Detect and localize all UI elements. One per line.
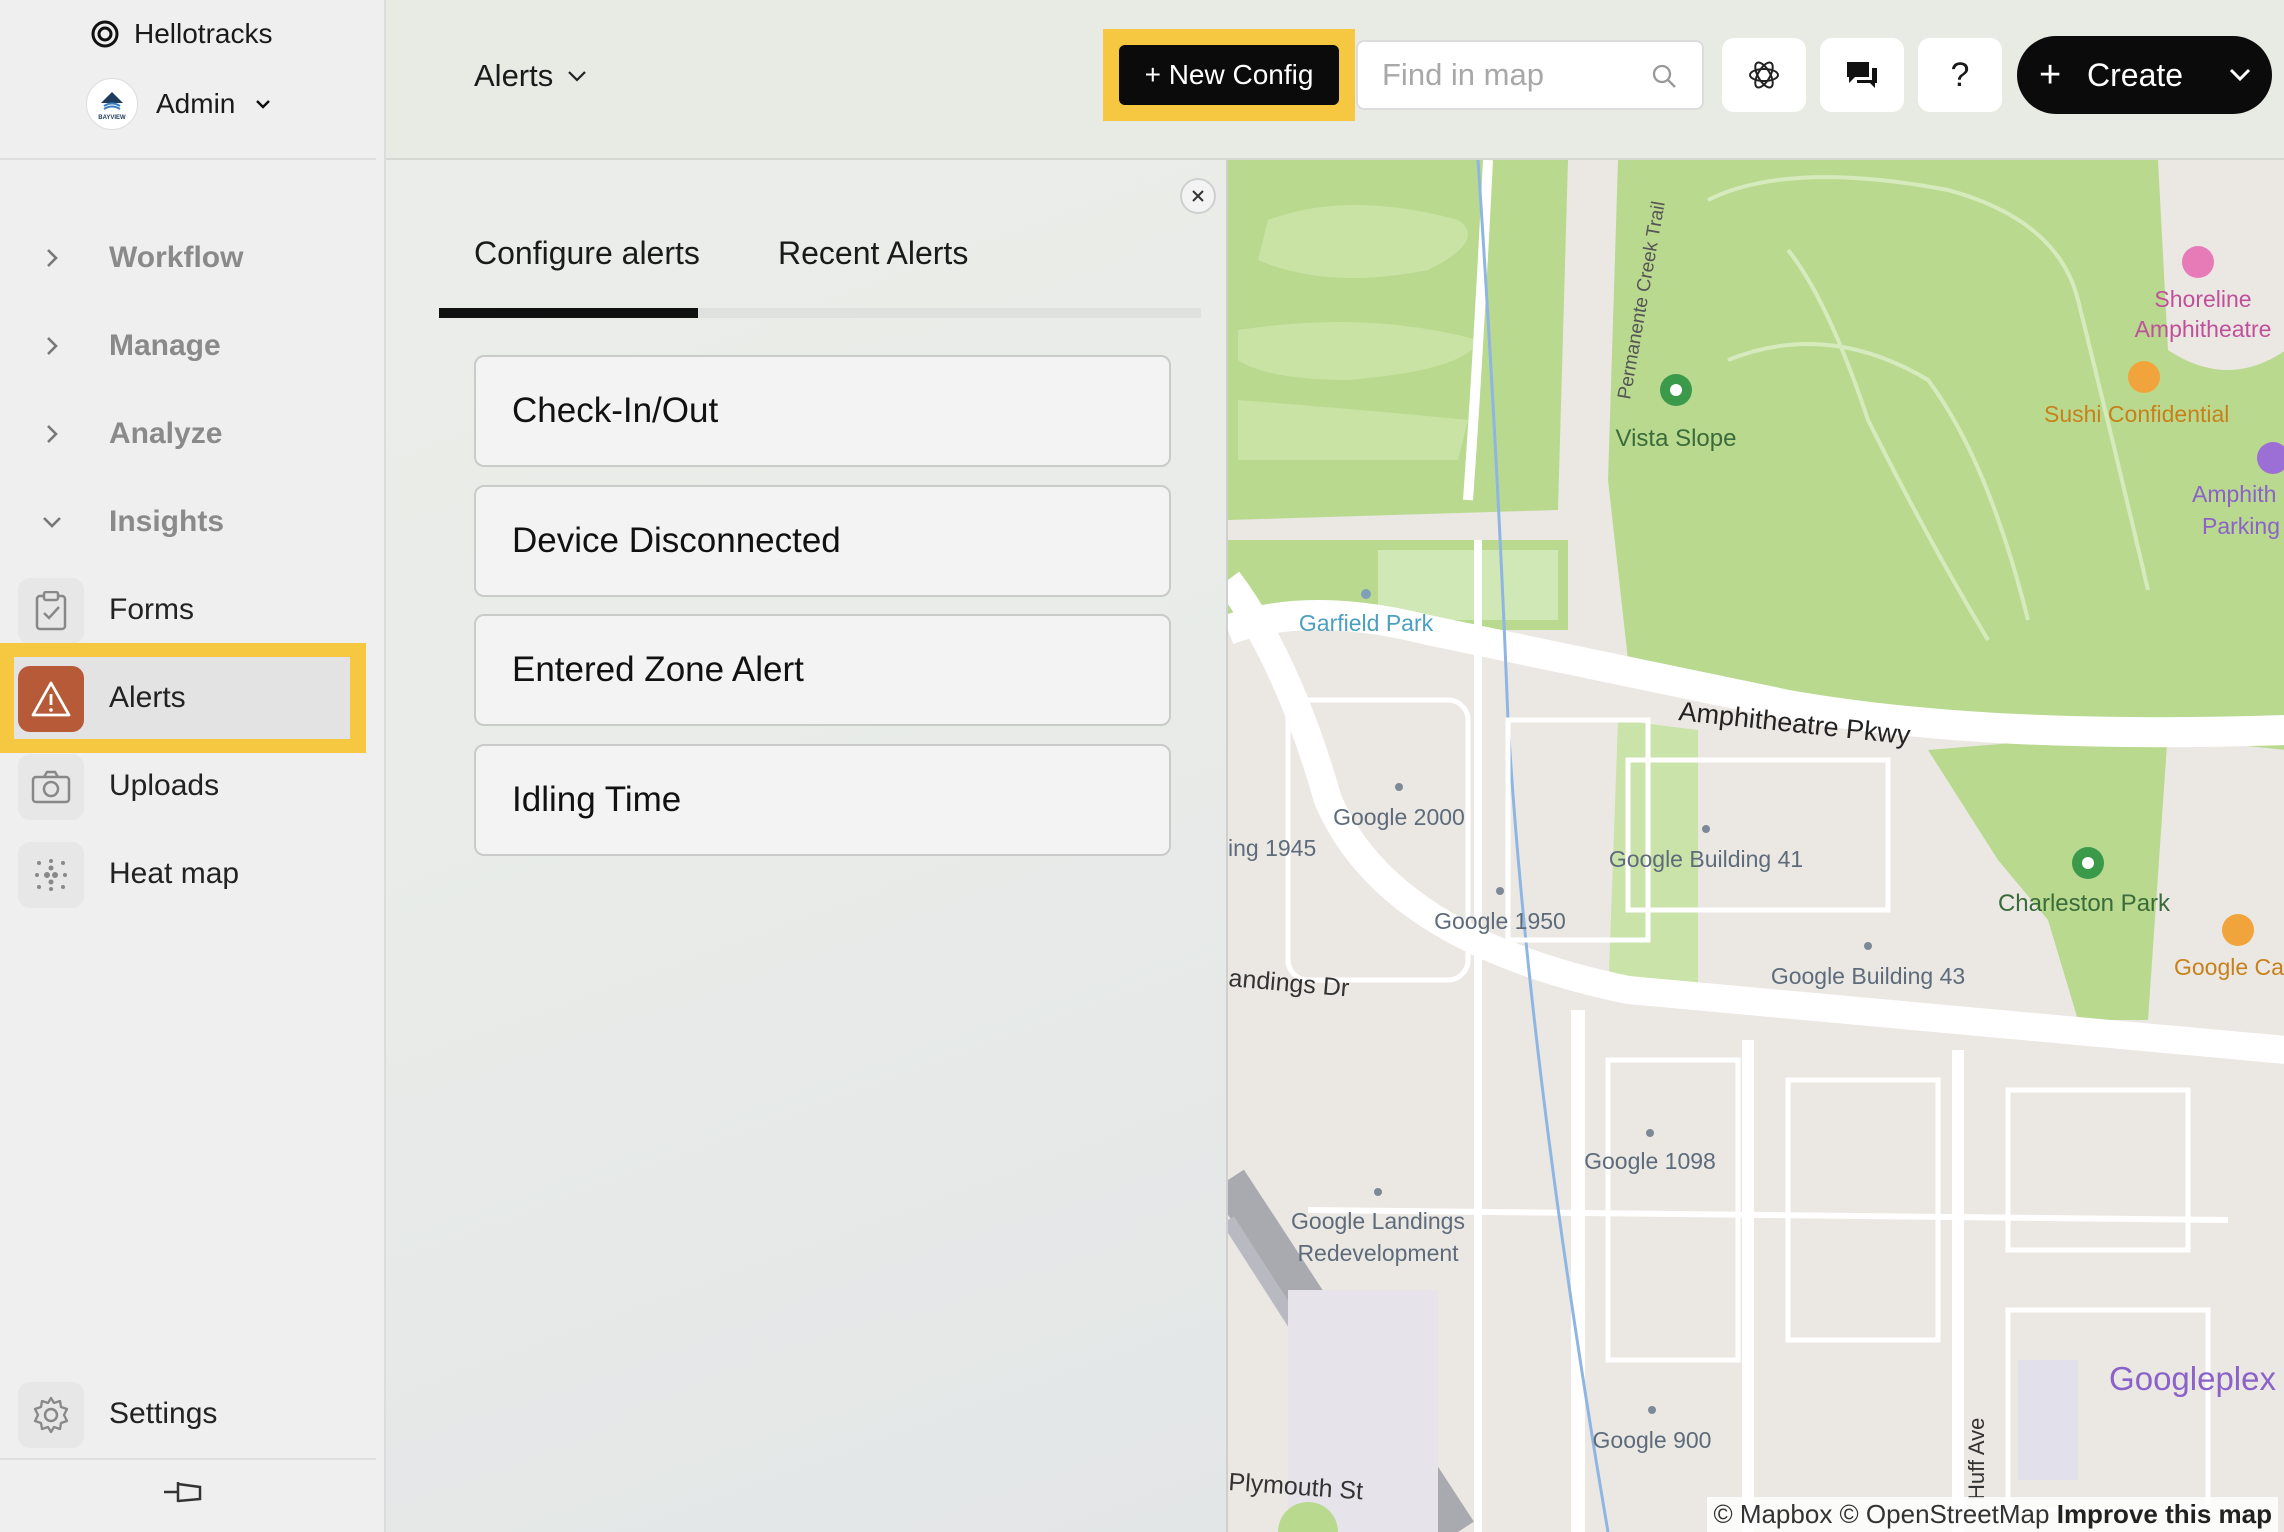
chevron-down-icon <box>256 100 271 109</box>
avatar: BAYVIEW <box>86 78 138 130</box>
improve-map-link[interactable]: Improve this map <box>2057 1499 2272 1529</box>
map-label-g2000: Google 2000 <box>1333 804 1465 830</box>
sidebar-item-label: Forms <box>109 593 194 626</box>
alert-config-entered-zone[interactable]: Entered Zone Alert <box>474 614 1171 726</box>
sidebar-item-heat-map[interactable]: Heat map <box>0 836 386 912</box>
map-label-amph-parking-1: Amphith <box>2192 481 2276 507</box>
nav-group-manage[interactable]: Manage <box>0 316 386 376</box>
tab-recent-alerts[interactable]: Recent Alerts <box>778 235 968 272</box>
map-label-landings-1: Google Landings <box>1291 1208 1465 1234</box>
map-canvas[interactable]: Permanente Creek Trail Shoreline Amphith… <box>1228 160 2284 1532</box>
ai-assistant-button[interactable] <box>1722 38 1806 112</box>
sidebar-item-uploads[interactable]: Uploads <box>0 748 386 824</box>
sidebar-item-forms[interactable]: Forms <box>0 572 386 648</box>
nav-group-workflow[interactable]: Workflow <box>0 228 386 288</box>
map-label-landings-2: Redevelopment <box>1297 1240 1459 1266</box>
new-config-label: + New Config <box>1144 59 1314 90</box>
map-label-sushi: Sushi Confidential <box>2044 401 2229 427</box>
map-label-g900: Google 900 <box>1593 1427 1712 1453</box>
map-search-input[interactable] <box>1382 57 1642 93</box>
map-label-landings-dr: andings Dr <box>1228 964 1350 1002</box>
chevron-down-icon <box>568 71 587 82</box>
sidebar-item-label: Settings <box>109 1397 218 1430</box>
brand-name: Hellotracks <box>134 18 273 49</box>
nav-group-label: Analyze <box>109 417 223 450</box>
map-label-vista: Vista Slope <box>1616 425 1737 452</box>
hellotracks-logo-icon <box>91 20 119 48</box>
map-label-amph-parking-2: Parking <box>2202 513 2280 539</box>
map[interactable]: Permanente Creek Trail Shoreline Amphith… <box>1226 160 2284 1532</box>
map-attribution: © Mapbox © OpenStreetMap Improve this ma… <box>1707 1497 2278 1532</box>
chevron-right-icon <box>47 337 58 355</box>
chevron-right-icon <box>47 425 58 443</box>
attribution-text: © Mapbox © OpenStreetMap <box>1713 1499 2050 1529</box>
camera-icon <box>18 754 84 820</box>
create-button[interactable]: + Create <box>2017 36 2272 114</box>
search-icon <box>1652 64 1676 88</box>
account-switcher[interactable]: BAYVIEW Admin <box>86 78 273 130</box>
map-label-shoreline: Shoreline <box>2154 286 2251 312</box>
sidebar-item-label: Alerts <box>109 681 186 714</box>
sidebar-item-label: Heat map <box>109 857 240 890</box>
sidebar-item-settings[interactable]: Settings <box>0 1376 386 1452</box>
map-label-huff: Huff Ave <box>1964 1418 1989 1500</box>
tab-configure-alerts[interactable]: Configure alerts <box>474 235 700 272</box>
gear-icon <box>18 1382 84 1448</box>
map-label-gcafe: Google Ca <box>2174 954 2284 980</box>
sidebar-item-alerts[interactable]: Alerts <box>0 660 386 736</box>
brand[interactable]: Hellotracks <box>90 18 272 50</box>
chevron-right-icon <box>47 249 58 267</box>
help-label: ? <box>1950 55 1970 94</box>
alert-config-check-in-out[interactable]: Check-In/Out <box>474 355 1171 467</box>
help-button[interactable]: ? <box>1918 38 2002 112</box>
map-label-g1098: Google 1098 <box>1584 1148 1716 1174</box>
map-label-charleston: Charleston Park <box>1998 890 2171 917</box>
map-label-amphitheatre: Amphitheatre <box>2135 316 2272 342</box>
chevron-down-icon <box>43 517 61 528</box>
dots-grid-icon <box>18 842 84 908</box>
nav-group-label: Manage <box>109 329 221 362</box>
map-label-bldg1945: ing 1945 <box>1228 835 1316 861</box>
nav-group-label: Workflow <box>109 241 244 274</box>
svg-text:BAYVIEW: BAYVIEW <box>98 115 126 121</box>
view-selector-label: Alerts <box>474 58 554 93</box>
close-panel-button[interactable] <box>1180 178 1216 214</box>
warning-icon <box>18 666 84 732</box>
chevron-down-icon <box>2229 68 2251 82</box>
close-icon <box>1192 190 1204 202</box>
plus-icon: + <box>2039 53 2062 96</box>
company-logo-icon: BAYVIEW <box>98 92 126 121</box>
map-label-googleplex: Googleplex <box>2109 1360 2276 1397</box>
alert-config-idling-time[interactable]: Idling Time <box>474 744 1171 856</box>
messages-button[interactable] <box>1820 38 1904 112</box>
create-label: Create <box>2087 56 2184 93</box>
nav-group-label: Insights <box>109 505 225 538</box>
pin-sidebar-icon[interactable] <box>162 1475 204 1509</box>
active-tab-indicator <box>439 308 698 318</box>
map-label-g1950: Google 1950 <box>1434 908 1566 934</box>
nav-group-analyze[interactable]: Analyze <box>0 404 386 464</box>
chat-icon <box>1847 62 1877 88</box>
divider <box>0 158 376 160</box>
map-label-garfield: Garfield Park <box>1299 610 1434 636</box>
map-search[interactable] <box>1356 40 1704 110</box>
new-config-button[interactable]: + New Config <box>1119 45 1339 105</box>
clipboard-icon <box>18 578 84 644</box>
sidebar: Hellotracks BAYVIEW Admin Workflow Manag… <box>0 0 386 1532</box>
view-selector[interactable]: Alerts <box>474 58 589 94</box>
map-label-g41: Google Building 41 <box>1609 846 1803 872</box>
divider <box>0 1458 376 1460</box>
account-name: Admin <box>156 88 236 119</box>
map-label-g43: Google Building 43 <box>1771 963 1965 989</box>
sidebar-item-label: Uploads <box>109 769 220 802</box>
alert-config-device-disconnected[interactable]: Device Disconnected <box>474 485 1171 597</box>
nav-group-insights[interactable]: Insights <box>0 492 386 552</box>
ai-knot-icon <box>1749 61 1779 89</box>
